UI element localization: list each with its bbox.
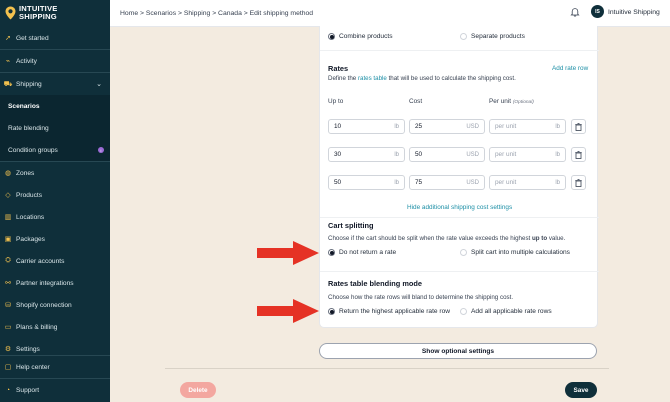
sidebar-item-scenarios[interactable]: Scenarios: [0, 95, 110, 117]
cost-input[interactable]: 50 USD: [409, 147, 485, 162]
up-to-input[interactable]: 10 lb: [328, 119, 405, 134]
brand-name: INTUITIVE SHIPPING: [19, 4, 58, 21]
per-unit-input[interactable]: per unit lb: [489, 175, 566, 190]
sidebar-item-carrier-accounts[interactable]: ⛭ Carrier accounts: [0, 250, 110, 272]
sidebar-item-products[interactable]: ◇ Products: [0, 184, 110, 206]
breadcrumb[interactable]: Home > Scenarios > Shipping > Canada > E…: [120, 10, 313, 17]
sidebar-item-partner-integrations[interactable]: ⚯ Partner integrations: [0, 272, 110, 294]
annotation-arrow-icon: [257, 241, 319, 265]
chevron-down-icon: ⌄: [96, 81, 102, 88]
shipping-method-card: Combine products Separate products Rates…: [319, 26, 599, 328]
radio-selected-icon: [328, 249, 335, 256]
radio-do-not-return-rate[interactable]: Do not return a rate: [328, 249, 396, 256]
radio-selected-icon: [328, 33, 335, 40]
cost-input[interactable]: 25 USD: [409, 119, 485, 134]
cost-input[interactable]: 75 USD: [409, 175, 485, 190]
delete-button[interactable]: Delete: [180, 382, 216, 398]
radio-unselected-icon: [460, 33, 467, 40]
help-icon: ▢: [4, 364, 12, 371]
shopify-icon: ⛁: [5, 302, 11, 309]
radio-highest-rate-row[interactable]: Return the highest applicable rate row: [328, 308, 450, 315]
sidebar-item-plans-billing[interactable]: ▭ Plans & billing: [0, 316, 110, 338]
user-name[interactable]: Intuitive Shipping: [608, 9, 660, 16]
avatar[interactable]: IS: [591, 5, 604, 18]
column-per-unit: Per unit (Optional): [489, 98, 534, 105]
up-to-input[interactable]: 50 lb: [328, 175, 405, 190]
sidebar: INTUITIVE SHIPPING ➚ Get started ⌁ Activit…: [0, 0, 110, 402]
radio-separate-products[interactable]: Separate products: [460, 33, 525, 40]
building-icon: ▥: [4, 214, 12, 221]
delete-row-button[interactable]: [571, 119, 586, 134]
trash-icon: [575, 178, 582, 187]
per-unit-input[interactable]: per unit lb: [489, 119, 566, 134]
logo[interactable]: INTUITIVE SHIPPING: [0, 0, 110, 26]
sidebar-item-activity[interactable]: ⌁ Activity: [0, 50, 110, 72]
rates-title: Rates: [328, 64, 349, 73]
radio-add-all-rate-rows[interactable]: Add all applicable rate rows: [460, 308, 552, 315]
plug-icon: ⚯: [5, 280, 11, 287]
carrier-icon: ⛭: [5, 257, 11, 264]
show-optional-settings-button[interactable]: Show optional settings: [319, 343, 597, 359]
sidebar-item-shipping[interactable]: ⛟ Shipping ⌄: [0, 73, 110, 95]
radio-unselected-icon: [460, 249, 467, 256]
sidebar-item-rate-blending[interactable]: Rate blending: [0, 117, 110, 139]
sidebar-item-support[interactable]: ◔ Support: [0, 379, 110, 401]
trash-icon: [575, 150, 582, 159]
hide-additional-settings-link[interactable]: Hide additional shipping cost settings: [407, 204, 512, 211]
radio-unselected-icon: [460, 308, 467, 315]
globe-icon: ◍: [4, 170, 12, 177]
sidebar-item-condition-groups[interactable]: Condition groups i: [0, 139, 110, 161]
truck-icon: ⛟: [3, 80, 13, 88]
add-rate-row-link[interactable]: Add rate row: [552, 65, 588, 72]
blending-title: Rates table blending mode: [328, 279, 423, 288]
rates-description: Define the rates table that will be used…: [328, 75, 516, 82]
box-icon: ▣: [4, 236, 12, 243]
support-icon: ◔: [5, 386, 11, 394]
rocket-icon: ➚: [5, 35, 11, 42]
top-bar: Home > Scenarios > Shipping > Canada > E…: [110, 0, 670, 27]
sidebar-item-packages[interactable]: ▣ Packages: [0, 228, 110, 250]
footer-bar: [165, 368, 609, 402]
save-button[interactable]: Save: [565, 382, 597, 398]
per-unit-input[interactable]: per unit lb: [489, 147, 566, 162]
activity-icon: ⌁: [5, 58, 11, 65]
bell-icon[interactable]: [570, 7, 580, 17]
radio-split-cart[interactable]: Split cart into multiple calculations: [460, 249, 570, 256]
radio-selected-icon: [328, 308, 335, 315]
delete-row-button[interactable]: [571, 175, 586, 190]
rates-table-link[interactable]: rates table: [358, 75, 387, 82]
tag-icon: ◇: [5, 192, 11, 199]
delete-row-button[interactable]: [571, 147, 586, 162]
info-badge: i: [98, 147, 104, 153]
sidebar-item-locations[interactable]: ▥ Locations: [0, 206, 110, 228]
sidebar-nav: ➚ Get started ⌁ Activity ⛟ Shipping ⌄ Scenar…: [0, 27, 110, 360]
gear-icon: ⚙: [4, 346, 12, 353]
up-to-input[interactable]: 30 lb: [328, 147, 405, 162]
location-pin-icon: [5, 6, 16, 20]
sidebar-item-get-started[interactable]: ➚ Get started: [0, 27, 110, 49]
column-up-to: Up to: [328, 98, 344, 105]
sidebar-item-zones[interactable]: ◍ Zones: [0, 162, 110, 184]
trash-icon: [575, 122, 582, 131]
sidebar-bottom: ▢ Help center ◔ Support: [0, 355, 110, 401]
cart-splitting-description: Choose if the cart should be split when …: [328, 235, 566, 242]
annotation-arrow-icon: [257, 299, 319, 323]
column-cost: Cost: [409, 98, 423, 105]
sidebar-item-shopify-connection[interactable]: ⛁ Shopify connection: [0, 294, 110, 316]
radio-combine-products[interactable]: Combine products: [328, 33, 393, 40]
cart-splitting-title: Cart splitting: [328, 221, 374, 230]
sidebar-item-help-center[interactable]: ▢ Help center: [0, 356, 110, 378]
blending-description: Choose how the rate rows will bland to d…: [328, 294, 514, 301]
card-icon: ▭: [4, 324, 12, 331]
